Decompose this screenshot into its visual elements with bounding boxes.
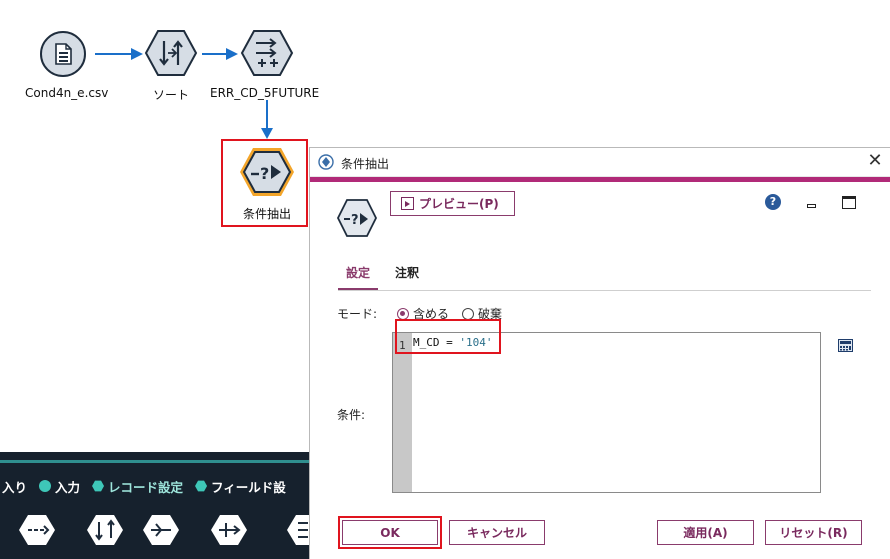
radio-selected-icon bbox=[397, 307, 409, 320]
circle-icon bbox=[39, 480, 52, 492]
cancel-button[interactable]: キャンセル bbox=[449, 520, 545, 545]
palette-tab-label: 入力 bbox=[55, 479, 81, 495]
select-node-label: 条件抽出 bbox=[243, 207, 292, 221]
condition-label: 条件: bbox=[337, 408, 366, 422]
tab-label: 注釈 bbox=[394, 266, 419, 280]
apply-button[interactable]: 適用(A) bbox=[657, 520, 754, 545]
palette-divider bbox=[0, 460, 310, 463]
merge-node-icon[interactable] bbox=[210, 514, 248, 546]
expression-builder-icon[interactable] bbox=[838, 339, 853, 352]
expression-highlight bbox=[395, 319, 501, 354]
app-logo-icon bbox=[318, 154, 334, 170]
append-node-icon[interactable] bbox=[18, 514, 56, 546]
arrowhead-icon bbox=[226, 48, 238, 60]
svg-text:?: ? bbox=[351, 213, 359, 228]
select-node-icon[interactable]: ? bbox=[238, 146, 296, 198]
palette-tabs: 入り 入力 レコード設定 フィールド設 bbox=[0, 476, 310, 496]
connector-arrow bbox=[95, 53, 133, 55]
select-node-dialog: 条件抽出 ✕ ? プレビュー(P) ? 設定 注釈 モード: 含める 破棄 条件… bbox=[309, 147, 890, 559]
tab-settings[interactable]: 設定 bbox=[338, 264, 378, 290]
cancel-label: キャンセル bbox=[466, 526, 527, 540]
select-dialog-icon: ? bbox=[336, 198, 378, 238]
help-icon[interactable]: ? bbox=[765, 194, 781, 210]
minimize-icon[interactable] bbox=[807, 204, 816, 208]
ok-highlight bbox=[338, 516, 442, 549]
close-icon[interactable]: ✕ bbox=[866, 151, 884, 171]
connector-arrow bbox=[266, 100, 268, 130]
hexagon-icon bbox=[195, 480, 208, 492]
palette-tab-favorites[interactable]: 入り bbox=[2, 477, 27, 496]
apply-label: 適用(A) bbox=[683, 526, 728, 540]
sort-node-icon[interactable] bbox=[144, 29, 198, 77]
palette-tab-label: フィールド設 bbox=[211, 479, 286, 495]
source-node-icon[interactable] bbox=[40, 31, 86, 77]
svg-text:?: ? bbox=[260, 164, 269, 183]
palette-tab-label: 入り bbox=[2, 479, 28, 495]
preview-button[interactable]: プレビュー(P) bbox=[390, 191, 515, 216]
hexagon-icon bbox=[92, 480, 105, 492]
reset-label: リセット(R) bbox=[779, 526, 848, 540]
sort-palette-icon[interactable] bbox=[86, 514, 124, 546]
palette-tab-input[interactable]: 入力 bbox=[39, 477, 80, 496]
header-accent-bar bbox=[310, 177, 890, 182]
palette-tab-label: レコード設定 bbox=[108, 479, 184, 495]
stream-canvas[interactable]: Cond4n_e.csv ソート ERR_CD_5FUTURE ? 条件抽出 bbox=[0, 0, 319, 452]
line-number-gutter bbox=[393, 333, 412, 492]
sort-node-label: ソート bbox=[153, 88, 190, 102]
aggregate-node-icon[interactable] bbox=[286, 514, 310, 546]
arrowhead-icon bbox=[131, 48, 143, 60]
tab-divider bbox=[338, 290, 871, 291]
derive-node-icon[interactable] bbox=[240, 29, 294, 77]
play-icon bbox=[401, 197, 414, 210]
connector-arrow bbox=[202, 53, 228, 55]
mode-label: モード: bbox=[337, 307, 378, 321]
tab-annotation[interactable]: 注釈 bbox=[390, 264, 424, 288]
balance-node-icon[interactable] bbox=[142, 514, 180, 546]
maximize-icon[interactable] bbox=[842, 196, 856, 209]
arrowhead-icon bbox=[261, 128, 273, 139]
radio-unselected-icon bbox=[462, 307, 474, 320]
palette-nodes bbox=[0, 512, 310, 552]
reset-button[interactable]: リセット(R) bbox=[765, 520, 862, 545]
tab-label: 設定 bbox=[345, 266, 370, 280]
preview-label: プレビュー(P) bbox=[419, 197, 499, 211]
palette-tab-field-ops[interactable]: フィールド設 bbox=[195, 477, 286, 496]
palette-tab-record-ops[interactable]: レコード設定 bbox=[92, 477, 183, 496]
condition-editor[interactable]: 1 M_CD = '104' bbox=[392, 332, 821, 493]
dialog-title: 条件抽出 bbox=[341, 157, 390, 171]
derive-node-label: ERR_CD_5FUTURE bbox=[210, 86, 320, 100]
source-node-label: Cond4n_e.csv bbox=[25, 86, 109, 100]
dialog-titlebar[interactable]: 条件抽出 ✕ bbox=[310, 148, 890, 177]
